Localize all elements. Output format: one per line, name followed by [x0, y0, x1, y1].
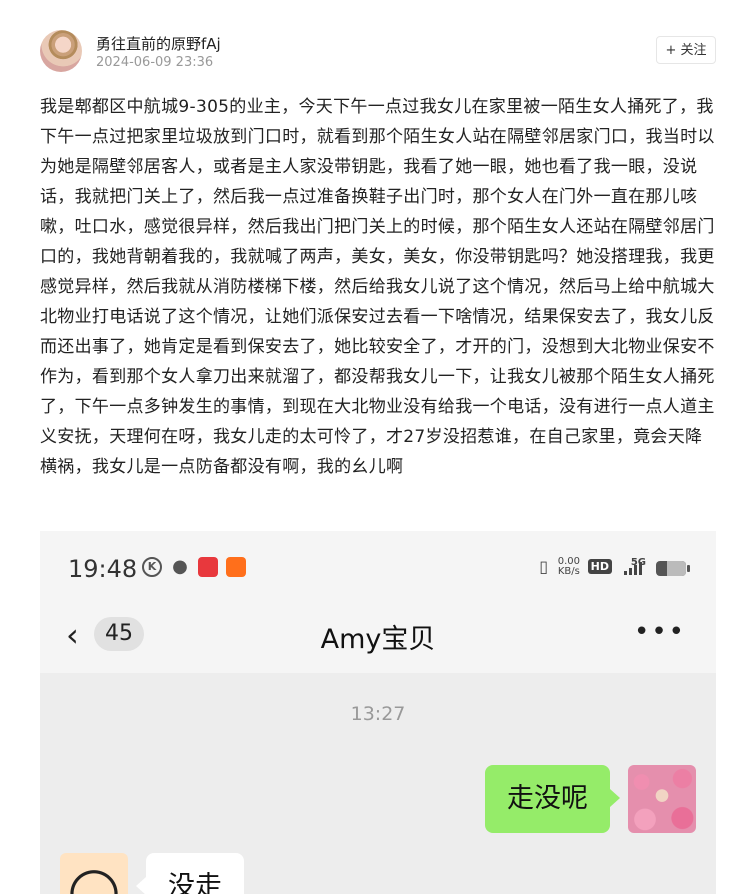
network-speed-unit: KB/s — [557, 566, 580, 577]
author-avatar[interactable] — [40, 30, 82, 72]
chat-title: Amy宝贝 — [320, 624, 436, 655]
received-message-bubble[interactable]: 没走 — [136, 853, 244, 894]
post-author-row: 勇往直前的原野fAj 2024-06-09 23:36 + 关注 — [40, 28, 716, 74]
message-bubble-icon: ● — [172, 556, 188, 577]
chat-nav-bar: ‹ 45 Amy宝贝 ••• — [40, 601, 716, 673]
k-app-icon: K — [142, 557, 162, 577]
app-notification-icon-2 — [226, 557, 246, 577]
my-avatar[interactable] — [628, 765, 696, 833]
chat-screenshot-image[interactable]: 19:48 K ● ▯ 0.00 KB/s HD 5G ‹ 45 Amy宝贝 •… — [40, 531, 716, 894]
battery-empty-portion — [666, 561, 686, 576]
more-options-icon[interactable]: ••• — [634, 619, 686, 645]
phone-status-bar: 19:48 K ● ▯ 0.00 KB/s HD 5G — [40, 531, 716, 601]
post-timestamp: 2024-06-09 23:36 — [96, 55, 214, 70]
post-body-text: 我是郫都区中航城9-305的业主，今天下午一点过我女儿在家里被一陌生女人捅死了，… — [40, 97, 715, 477]
network-speed: 0.00 KB/s — [558, 557, 580, 577]
follow-button[interactable]: + 关注 — [656, 36, 716, 64]
app-notification-icon — [198, 557, 218, 577]
vibrate-icon: ▯ — [539, 557, 548, 576]
status-time: 19:48 — [68, 555, 138, 583]
chat-time-divider: 13:27 — [350, 703, 406, 725]
contact-avatar[interactable] — [60, 853, 128, 894]
author-name[interactable]: 勇往直前的原野fAj — [96, 33, 221, 54]
signal-icon — [624, 561, 646, 575]
hd-badge: HD — [587, 559, 612, 574]
battery-icon — [656, 561, 690, 576]
sent-message-bubble[interactable]: 走没呢 — [485, 765, 620, 833]
